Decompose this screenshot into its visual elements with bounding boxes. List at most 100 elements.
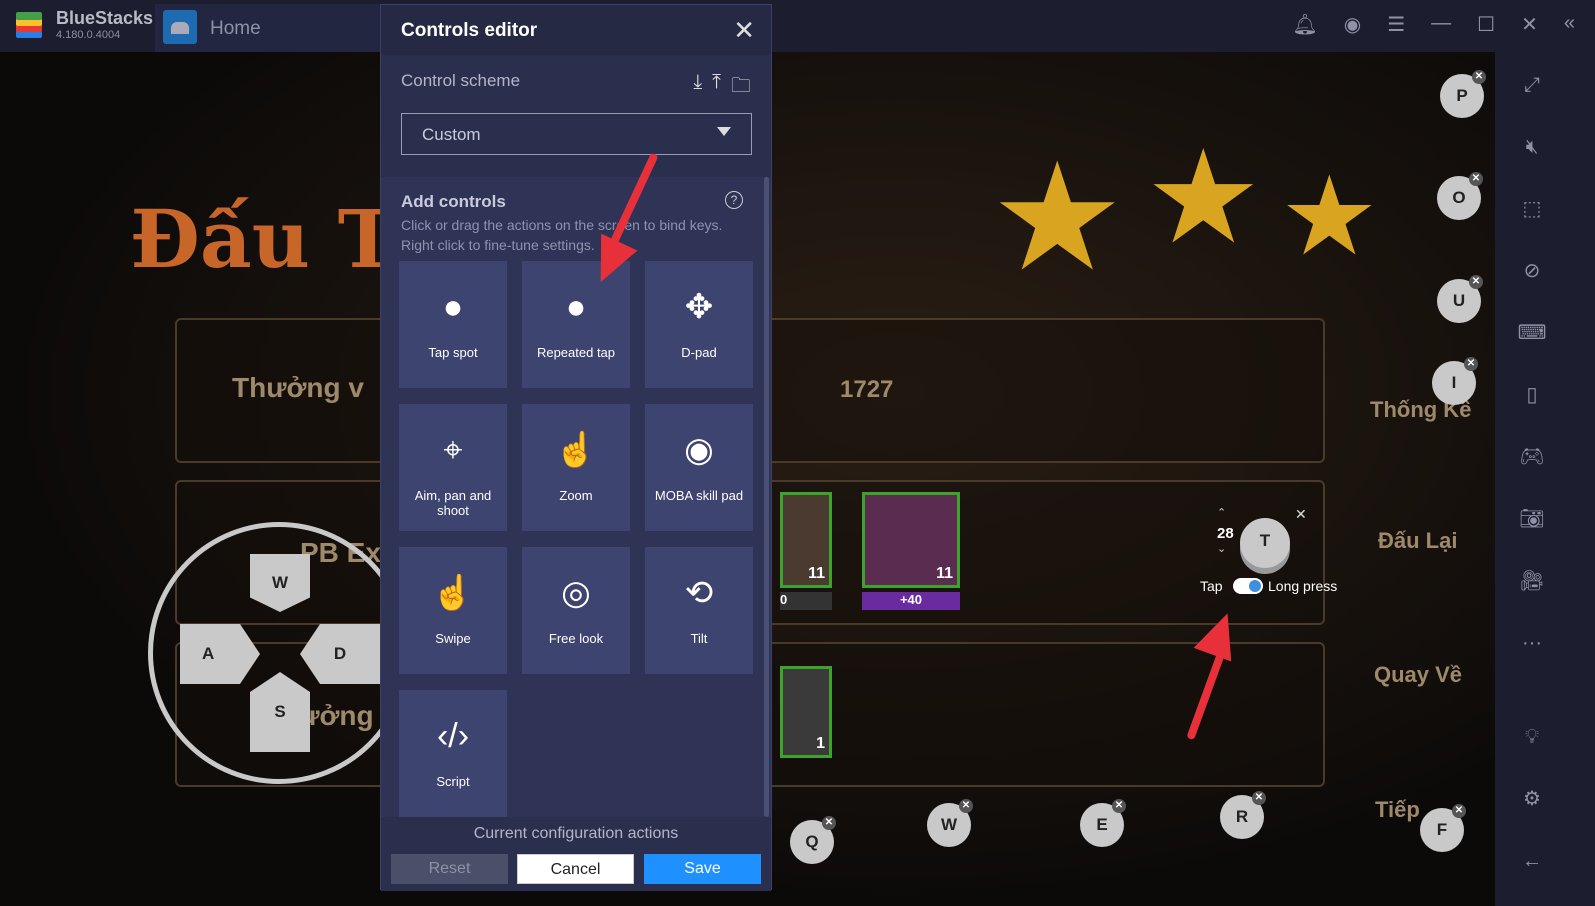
key-label: I [1451, 373, 1457, 392]
bulb-icon[interactable]: 💡︎ [1517, 722, 1547, 752]
right-sidebar: ⤢ 🔇︎ ⬚ ⊘ ⌨ ▯ 🎮︎ 📷︎ 🎥︎ ··· 💡︎ ⚙ ← [1495, 52, 1595, 906]
key-e[interactable]: E ✕ [1080, 799, 1126, 847]
close-icon[interactable]: ✕ [733, 15, 755, 46]
crosshair-icon: ⌖ [443, 431, 463, 469]
remove-icon[interactable]: ✕ [1112, 799, 1126, 813]
export-icon[interactable]: ⤒ [712, 71, 721, 105]
remove-icon[interactable]: ✕ [1469, 172, 1483, 186]
dpad-control[interactable]: W A D S [148, 522, 410, 784]
replay-button[interactable]: Đấu Lại [1378, 528, 1457, 554]
control-tile-tilt[interactable]: ⟲ Tilt [645, 547, 753, 674]
tile-label: Zoom [559, 488, 593, 503]
help-icon[interactable]: ? [725, 191, 743, 209]
bell-icon[interactable]: 🔔︎ [1292, 12, 1317, 37]
import-icon[interactable]: ⤓ [693, 71, 702, 105]
control-tile-moba-skill-pad[interactable]: ◉ MOBA skill pad [645, 404, 753, 531]
control-tile-d-pad[interactable]: ✥ D-pad [645, 261, 753, 388]
control-tile-tap-spot[interactable]: ● Tap spot [399, 261, 507, 388]
tab-home[interactable]: Home [155, 4, 385, 52]
add-controls-title: Add controls [401, 192, 506, 211]
tab-label: Home [210, 18, 261, 39]
key-q[interactable]: Q ✕ [790, 816, 836, 864]
next-button[interactable]: Tiếp [1375, 797, 1420, 823]
add-controls-section: Add controls ? Click or drag the actions… [381, 177, 771, 817]
save-button[interactable]: Save [644, 854, 761, 884]
video-icon[interactable]: 🎥︎ [1517, 566, 1547, 596]
tap-mode-label: Tap [1200, 578, 1223, 594]
close-window-icon[interactable]: ✕ [1521, 12, 1538, 37]
control-tile-free-look[interactable]: ◎ Free look [522, 547, 630, 674]
fullscreen-icon[interactable]: ⤢ [1517, 70, 1547, 100]
hero-card: 11 [862, 492, 960, 588]
mute-icon[interactable]: 🔇︎ [1517, 132, 1547, 162]
decrease-icon[interactable]: ⌄ [1217, 542, 1226, 555]
bluestacks-logo [12, 10, 46, 42]
remove-icon[interactable]: ✕ [1472, 70, 1486, 84]
scheme-select[interactable]: Custom [401, 113, 752, 155]
stacked-circle-icon: ● [565, 288, 587, 326]
tap-count[interactable]: 28 [1217, 525, 1234, 542]
account-icon[interactable]: ◉ [1344, 12, 1361, 37]
remove-icon[interactable]: ✕ [1252, 791, 1266, 805]
remove-icon[interactable]: ✕ [822, 816, 836, 830]
more-icon[interactable]: ··· [1517, 628, 1547, 658]
star-icon: ★ [990, 133, 1125, 301]
menu-icon[interactable]: ☰ [1387, 12, 1405, 37]
phone-icon[interactable]: ▯ [1517, 380, 1547, 410]
hero-bonus: 0 [780, 592, 832, 610]
remove-icon[interactable]: ✕ [1452, 804, 1466, 818]
key-label: R [1235, 807, 1249, 826]
remove-icon[interactable]: ✕ [1464, 357, 1478, 371]
remove-icon[interactable]: ✕ [1469, 275, 1483, 289]
dpad-up-key[interactable]: W [250, 554, 310, 612]
app-name: BlueStacks [56, 8, 154, 28]
settings-icon[interactable]: ⚙ [1517, 784, 1547, 814]
select-area-icon[interactable]: ⬚ [1517, 194, 1547, 224]
key-f[interactable]: F ✕ [1420, 804, 1466, 852]
game-title: Đấu T [130, 192, 398, 286]
long-press-toggle[interactable] [1233, 578, 1263, 594]
control-tile-script[interactable]: ‹/› Script [399, 690, 507, 817]
item-card: 1 [780, 666, 832, 758]
long-press-label: Long press [1268, 578, 1338, 594]
hide-icon[interactable]: ⊘ [1517, 256, 1547, 286]
reset-button[interactable]: Reset [391, 854, 508, 884]
gamepad-icon[interactable]: 🎮︎ [1517, 442, 1547, 472]
folder-icon[interactable]: 🗀 [731, 71, 751, 105]
title-bar: BlueStacks 4.180.0.4004 Home 🔔︎ ◉ ☰ — ☐ ✕ « [0, 0, 1595, 52]
remove-icon[interactable]: ✕ [959, 799, 973, 813]
control-tile-swipe[interactable]: ☝ Swipe [399, 547, 507, 674]
back-button[interactable]: Quay Về [1374, 662, 1462, 688]
app-version: 4.180.0.4004 [56, 29, 121, 41]
tile-label: Tap spot [428, 345, 478, 360]
maximize-icon[interactable]: ☐ [1477, 12, 1495, 37]
dpad-right-key[interactable]: D [300, 624, 380, 684]
key-label: F [1436, 820, 1448, 839]
key-o[interactable]: O ✕ [1437, 172, 1483, 220]
back-arrow-icon[interactable]: ← [1517, 846, 1547, 876]
key-r[interactable]: R ✕ [1220, 791, 1266, 839]
camera-icon[interactable]: 📷︎ [1517, 504, 1547, 534]
key-t[interactable]: T [1240, 518, 1290, 568]
tile-label: MOBA skill pad [654, 488, 744, 503]
key-w[interactable]: W ✕ [927, 799, 973, 847]
editor-footer: Current configuration actions Reset Canc… [381, 817, 771, 891]
remove-icon[interactable]: ✕ [1295, 506, 1307, 523]
minimize-icon[interactable]: — [1431, 12, 1451, 37]
collapse-sidebar-icon[interactable]: « [1564, 12, 1575, 37]
controls-editor-panel: Controls editor ✕ Control scheme ⤓ ⤒ 🗀 Cust… [380, 4, 772, 891]
increase-icon[interactable]: ⌃ [1217, 506, 1226, 519]
key-label: W [940, 815, 958, 834]
scrollbar[interactable] [764, 177, 769, 817]
cancel-button[interactable]: Cancel [517, 854, 634, 884]
key-label: O [1452, 188, 1466, 207]
dpad-left-key[interactable]: A [180, 624, 260, 684]
key-u[interactable]: U ✕ [1437, 275, 1483, 323]
control-tile-aim-pan-and-shoot[interactable]: ⌖ Aim, pan and shoot [399, 404, 507, 531]
star-icon: ★ [1145, 124, 1262, 270]
key-p[interactable]: P ✕ [1440, 70, 1486, 118]
keyboard-icon[interactable]: ⌨ [1517, 318, 1547, 348]
dpad-down-key[interactable]: S [250, 672, 310, 752]
control-tile-zoom[interactable]: ☝ Zoom [522, 404, 630, 531]
key-i[interactable]: I ✕ [1432, 357, 1478, 405]
